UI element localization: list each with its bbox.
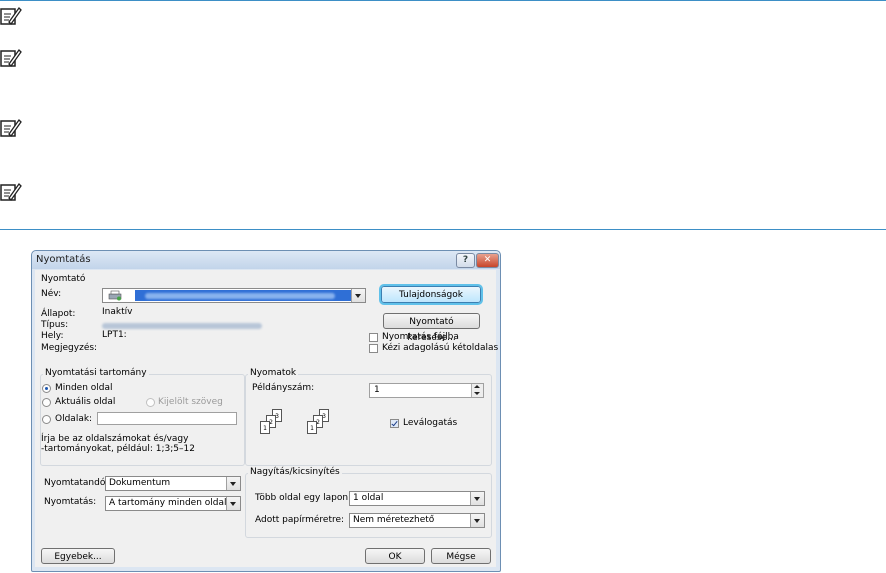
- selection-label: Kijelölt szöveg: [158, 397, 223, 407]
- collate-page: 1: [260, 421, 270, 434]
- note-icon: [0, 182, 22, 202]
- copies-label: Példányszám:: [252, 383, 315, 393]
- dialog-client: Nyomtató Név: Tulajdonságok Állapot: Ina…: [35, 270, 499, 567]
- copies-value: 1: [374, 385, 380, 395]
- scale-label: Adott papírméretre:: [255, 515, 345, 525]
- status-value: Inaktív: [102, 307, 133, 317]
- cancel-button[interactable]: Mégse: [431, 548, 491, 564]
- page-range-title: Nyomtatási tartomány: [43, 368, 149, 378]
- selection-radio[interactable]: [146, 398, 155, 407]
- collate-checkbox[interactable]: [390, 419, 399, 428]
- print-to-file-checkbox[interactable]: [369, 333, 378, 342]
- options-button[interactable]: Egyebek...: [41, 548, 115, 564]
- collate-pages-icon: 3 2 1: [307, 409, 337, 444]
- printer-name-select[interactable]: [102, 288, 366, 303]
- printer-name-label: Név:: [41, 289, 62, 299]
- pages-hint: Írja be az oldalszámokat és/vagy -tartom…: [41, 434, 195, 454]
- all-pages-label: Minden oldal: [55, 383, 113, 393]
- current-page-label: Aktuális oldal: [55, 397, 116, 407]
- printer-name-highlight: [135, 290, 351, 301]
- printer-type-value: [102, 323, 262, 329]
- chevron-down-icon[interactable]: [351, 289, 365, 302]
- status-label: Állapot:: [41, 309, 76, 319]
- chevron-down-icon[interactable]: [226, 497, 240, 510]
- find-printer-button[interactable]: Nyomtató keresése...: [383, 313, 480, 343]
- section-rule: [0, 229, 886, 230]
- pages-per-sheet-label: Több oldal egy lapon:: [255, 493, 352, 503]
- print-what-select[interactable]: Dokumentum: [105, 476, 241, 491]
- print-dialog: Nyomtatás ? ✕ Nyomtató Név: Tulajdonságo…: [31, 250, 501, 572]
- spinner-arrows-icon[interactable]: [471, 384, 483, 397]
- note-icon: [0, 6, 22, 26]
- copies-title: Nyomatok: [248, 368, 299, 378]
- printer-icon: [108, 290, 122, 301]
- print-what-label: Nyomtatandó:: [44, 478, 109, 488]
- pages-per-sheet-select[interactable]: 1 oldal: [349, 491, 485, 506]
- title-bar: Nyomtatás ? ✕: [32, 251, 500, 269]
- pages-input[interactable]: [97, 412, 237, 425]
- collate-label: Leválogatás: [403, 418, 458, 428]
- note-icon: [0, 48, 22, 68]
- current-page-radio[interactable]: [42, 398, 51, 407]
- comment-label: Megjegyzés:: [41, 343, 98, 353]
- printer-group-title: Nyomtató: [41, 274, 86, 284]
- manual-duplex-checkbox[interactable]: [369, 344, 378, 353]
- copies-input[interactable]: 1: [369, 383, 484, 398]
- ok-button[interactable]: OK: [365, 548, 425, 564]
- print-what-value: Dokumentum: [109, 478, 171, 488]
- pages-label: Oldalak:: [55, 414, 93, 424]
- close-button[interactable]: ✕: [476, 253, 499, 268]
- zoom-title: Nagyítás/kicsinyítés: [248, 467, 342, 477]
- where-value: LPT1:: [102, 330, 127, 340]
- scale-select[interactable]: Nem méretezhető: [349, 513, 485, 528]
- collate-page: 1: [307, 421, 317, 434]
- help-button[interactable]: ?: [456, 253, 475, 268]
- print-select[interactable]: A tartomány minden oldala: [105, 496, 241, 511]
- properties-button[interactable]: Tulajdonságok: [379, 284, 483, 305]
- print-label: Nyomtatás:: [44, 497, 97, 507]
- type-label: Típus:: [41, 320, 69, 330]
- dialog-title: Nyomtatás: [36, 254, 91, 265]
- pages-per-sheet-value: 1 oldal: [353, 493, 384, 503]
- pages-radio[interactable]: [42, 415, 51, 424]
- manual-duplex-label: Kézi adagolású kétoldalas: [382, 343, 499, 353]
- note-icon: [0, 118, 22, 138]
- all-pages-radio[interactable]: [42, 384, 51, 393]
- collate-pages-icon: 3 2 1: [260, 409, 290, 444]
- chevron-down-icon[interactable]: [470, 492, 484, 505]
- where-label: Hely:: [41, 331, 64, 341]
- scale-value: Nem méretezhető: [353, 515, 435, 525]
- print-value: A tartomány minden oldala: [109, 498, 233, 508]
- chevron-down-icon[interactable]: [226, 477, 240, 490]
- print-to-file-label: Nyomtatás fájlba: [382, 332, 459, 342]
- printer-name-text: [145, 293, 335, 299]
- top-rule: [0, 0, 886, 1]
- chevron-down-icon[interactable]: [470, 514, 484, 527]
